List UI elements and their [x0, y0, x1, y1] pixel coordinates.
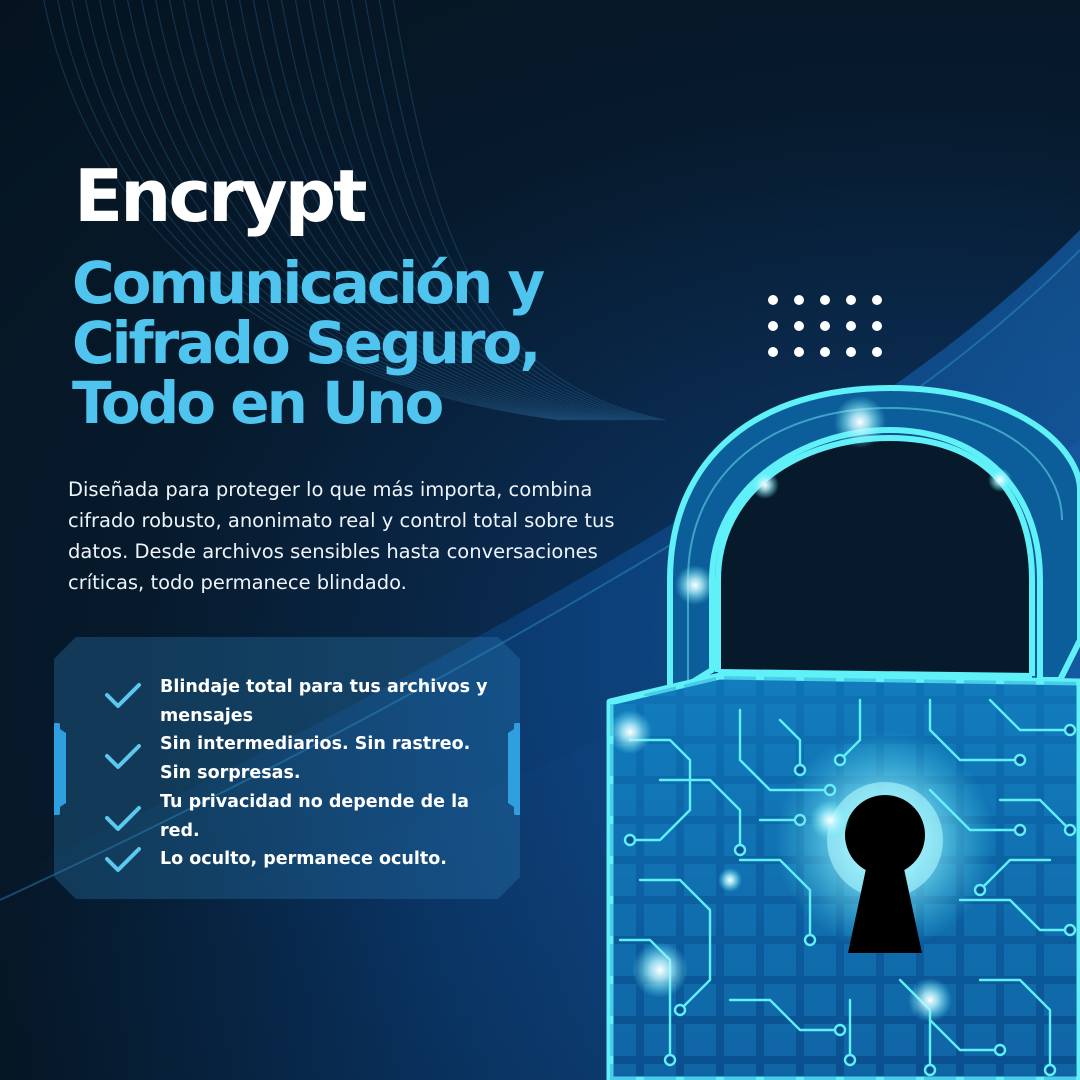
dot: [820, 347, 830, 357]
circuit-node: [663, 1053, 677, 1067]
subtitle-line: Todo en Uno: [72, 369, 444, 437]
circuit-node: [1013, 753, 1027, 767]
circuit-node: [733, 843, 747, 857]
circuit-node: [1063, 723, 1077, 737]
feature-text: Tu privacidad no depende de la red.: [160, 792, 469, 841]
feature-text: Lo oculto, permanece oculto.: [160, 849, 447, 869]
circuit-node: [923, 1063, 937, 1077]
sparkle: [751, 471, 779, 499]
sparkle: [834, 396, 886, 448]
dot: [794, 321, 804, 331]
sparkle: [988, 468, 1012, 492]
dot: [846, 347, 856, 357]
description-text: Diseñada para proteger lo que más import…: [68, 478, 615, 594]
circuit-node: [1043, 1063, 1057, 1077]
circuit-node: [623, 833, 637, 847]
circuit-node: [1013, 823, 1027, 837]
feature-text: Blindaje total para tus archivos y mensa…: [160, 677, 488, 726]
circuit-node: [833, 1023, 847, 1037]
subtitle-line: Comunicación y: [72, 249, 545, 317]
features-card: Blindaje total para tus archivos y mensa…: [54, 637, 520, 899]
check-icon: [105, 744, 141, 769]
dot: [820, 321, 830, 331]
dot: [872, 347, 882, 357]
dot: [794, 295, 804, 305]
page-title: Encrypt: [74, 154, 368, 238]
dot: [820, 295, 830, 305]
feature-text: Sin intermediarios. Sin rastreo. Sin sor…: [160, 734, 471, 783]
dot: [794, 347, 804, 357]
sparkle: [608, 710, 652, 754]
page-subtitle: Comunicación y Cifrado Seguro, Todo en U…: [72, 253, 632, 433]
sparkle: [675, 565, 715, 605]
circuit-node: [1063, 823, 1077, 837]
poster: Encrypt Comunicación y Cifrado Seguro, T…: [0, 0, 1080, 1080]
sparkle: [908, 978, 952, 1022]
circuit-node: [843, 1053, 857, 1067]
dot: [872, 295, 882, 305]
dot: [768, 347, 778, 357]
dot: [768, 295, 778, 305]
dot: [872, 321, 882, 331]
sparkle: [810, 800, 850, 840]
check-icon: [105, 683, 141, 708]
circuit-node: [673, 1003, 687, 1017]
white-dot-grid: [768, 295, 888, 359]
circuit-node: [1063, 923, 1077, 937]
dot: [846, 321, 856, 331]
subtitle-line: Cifrado Seguro,: [72, 309, 541, 377]
circuit-node: [993, 1043, 1007, 1057]
circuit-padlock-icon: [606, 385, 1080, 1080]
dot: [768, 321, 778, 331]
feature-list: Blindaje total para tus archivos y mensa…: [54, 637, 520, 899]
circuit-node: [803, 933, 817, 947]
sparkle: [718, 868, 742, 892]
dot: [846, 295, 856, 305]
check-icon: [105, 806, 141, 831]
check-icon: [105, 847, 141, 872]
sparkle: [632, 942, 688, 998]
